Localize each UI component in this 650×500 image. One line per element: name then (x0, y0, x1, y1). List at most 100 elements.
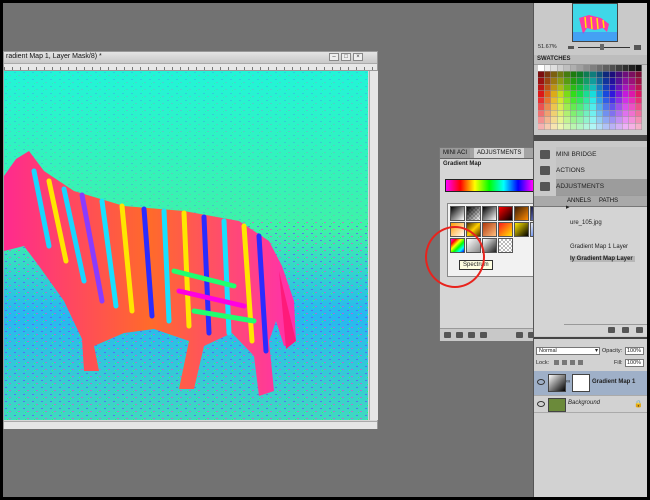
color-swatch[interactable] (609, 71, 616, 78)
color-swatch[interactable] (629, 110, 635, 117)
color-swatch[interactable] (577, 123, 583, 130)
color-swatch[interactable] (629, 71, 635, 78)
color-swatch[interactable] (564, 78, 570, 84)
layer-name[interactable]: Gradient Map 1 (592, 379, 635, 385)
color-swatch[interactable] (564, 84, 570, 91)
color-swatch[interactable] (596, 104, 603, 110)
color-swatch[interactable] (538, 91, 544, 97)
color-swatch[interactable] (629, 78, 635, 84)
color-swatch[interactable] (551, 110, 557, 117)
layer-row-background[interactable]: Background 🔒 (534, 396, 647, 413)
color-swatch[interactable] (583, 71, 590, 78)
color-swatch[interactable] (609, 104, 616, 110)
visibility-eye-icon[interactable] (537, 379, 545, 385)
blend-mode-select[interactable]: Normal ▾ (536, 347, 600, 355)
vertical-scrollbar[interactable] (369, 71, 378, 420)
gradient-swatch[interactable] (482, 206, 497, 221)
sidebar-item-adjustments[interactable]: ADJUSTMENTS (540, 179, 647, 196)
gradient-swatch[interactable] (498, 238, 513, 253)
color-swatch[interactable] (603, 84, 609, 91)
color-swatch[interactable] (622, 117, 629, 123)
color-swatch[interactable] (590, 104, 596, 110)
color-swatch[interactable] (616, 104, 622, 110)
color-swatch[interactable] (551, 97, 557, 104)
color-swatch[interactable] (635, 65, 642, 71)
color-swatch[interactable] (635, 123, 642, 130)
color-swatch[interactable] (544, 97, 551, 104)
color-swatch[interactable] (629, 91, 635, 97)
gradient-swatch[interactable] (514, 206, 529, 221)
color-swatch[interactable] (538, 65, 544, 71)
color-swatch[interactable] (557, 117, 564, 123)
color-swatch[interactable] (635, 97, 642, 104)
color-swatch[interactable] (544, 78, 551, 84)
minimize-icon[interactable]: – (329, 53, 339, 61)
color-swatch[interactable] (590, 84, 596, 91)
color-swatch[interactable] (590, 91, 596, 97)
color-swatch[interactable] (622, 78, 629, 84)
color-swatch[interactable] (583, 78, 590, 84)
visibility-eye-icon[interactable] (480, 332, 487, 338)
color-swatch[interactable] (609, 91, 616, 97)
color-swatch[interactable] (635, 78, 642, 84)
color-swatch[interactable] (538, 78, 544, 84)
zoom-slider[interactable] (578, 47, 630, 48)
color-swatch[interactable] (551, 104, 557, 110)
color-swatch[interactable] (603, 71, 609, 78)
layer-row-gradient-map[interactable]: ∞ Gradient Map 1 (534, 371, 647, 396)
color-swatch[interactable] (596, 110, 603, 117)
color-swatch[interactable] (544, 91, 551, 97)
color-swatch[interactable] (635, 71, 642, 78)
color-swatch[interactable] (629, 97, 635, 104)
color-swatch[interactable] (635, 110, 642, 117)
color-swatch[interactable] (609, 78, 616, 84)
tab-adjustments[interactable]: ADJUSTMENTS (474, 148, 525, 158)
color-swatch[interactable] (622, 110, 629, 117)
swatches-title[interactable]: SWATCHES (537, 56, 571, 62)
color-swatch[interactable] (551, 123, 557, 130)
color-swatch[interactable] (635, 84, 642, 91)
color-swatch[interactable] (622, 71, 629, 78)
color-swatch[interactable] (583, 91, 590, 97)
tab-paths[interactable]: PATHS (596, 196, 621, 206)
color-swatch[interactable] (616, 91, 622, 97)
color-swatch[interactable] (544, 110, 551, 117)
color-swatch[interactable] (551, 71, 557, 78)
color-swatch[interactable] (570, 117, 577, 123)
color-swatch[interactable] (557, 97, 564, 104)
sidebar-item-mini-bridge[interactable]: MINI BRIDGE (540, 147, 647, 164)
color-swatch[interactable] (603, 110, 609, 117)
zoom-slider-handle[interactable] (600, 44, 604, 50)
color-swatch[interactable] (577, 117, 583, 123)
layer-name[interactable]: Background (568, 400, 600, 406)
color-swatch[interactable] (583, 84, 590, 91)
color-swatch[interactable] (596, 71, 603, 78)
color-swatch[interactable] (544, 117, 551, 123)
document-window[interactable]: radient Map 1, Layer Mask/8) * – □ × (3, 51, 378, 429)
color-swatch[interactable] (603, 117, 609, 123)
new-snapshot-icon[interactable] (608, 327, 615, 333)
zoom-out-icon[interactable] (568, 46, 574, 49)
color-swatch[interactable] (538, 110, 544, 117)
color-swatch[interactable] (583, 97, 590, 104)
color-swatch[interactable] (538, 117, 544, 123)
tab-mini-aci[interactable]: MINI ACI (440, 148, 471, 158)
color-swatch[interactable] (583, 65, 590, 71)
color-swatch[interactable] (590, 78, 596, 84)
swatches-grid[interactable] (538, 65, 642, 130)
zoom-in-icon[interactable] (634, 45, 641, 50)
history-arrow-icon[interactable]: ▸ (566, 203, 570, 211)
color-swatch[interactable] (583, 117, 590, 123)
color-swatch[interactable] (570, 78, 577, 84)
color-swatch[interactable] (609, 110, 616, 117)
color-swatch[interactable] (629, 117, 635, 123)
gradient-swatch[interactable] (466, 206, 481, 221)
color-swatch[interactable] (564, 91, 570, 97)
new-document-icon[interactable] (622, 327, 629, 333)
color-swatch[interactable] (577, 65, 583, 71)
color-swatch[interactable] (557, 104, 564, 110)
history-item[interactable]: Gradient Map 1 Layer (570, 244, 628, 250)
color-swatch[interactable] (564, 71, 570, 78)
gradient-swatch[interactable] (498, 222, 513, 237)
color-swatch[interactable] (538, 71, 544, 78)
